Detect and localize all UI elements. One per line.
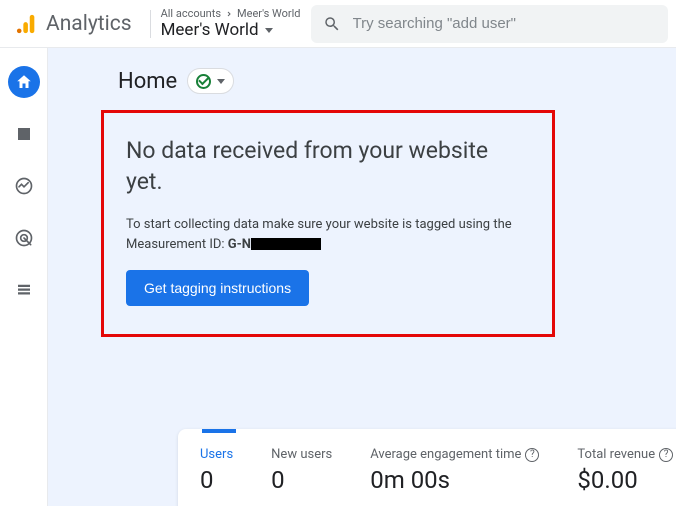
- stat[interactable]: Total revenue? $0.00: [577, 447, 673, 494]
- brand-title: Analytics: [46, 12, 132, 36]
- brand: Analytics: [8, 12, 140, 36]
- stat-label: Users: [200, 447, 233, 462]
- stat-label-text: Total revenue: [577, 447, 655, 462]
- help-icon[interactable]: ?: [659, 448, 673, 462]
- help-icon[interactable]: ?: [525, 448, 539, 462]
- page-heading: Home: [48, 68, 676, 110]
- nav-configure[interactable]: [8, 274, 40, 306]
- stat-value: 0: [200, 466, 233, 494]
- nav-home[interactable]: [8, 66, 40, 98]
- measurement-id-prefix: G-N: [228, 237, 251, 252]
- search-icon: [323, 15, 341, 33]
- stat[interactable]: Average engagement time? 0m 00s: [370, 447, 539, 494]
- breadcrumb-current: Meer's World: [237, 7, 300, 20]
- stat-value: 0m 00s: [370, 466, 539, 494]
- page-title: Home: [118, 69, 177, 94]
- no-data-desc: To start collecting data make sure your …: [126, 215, 530, 254]
- stat[interactable]: Users 0: [200, 447, 233, 494]
- stat-value: 0: [271, 466, 332, 494]
- no-data-card: No data received from your website yet. …: [101, 110, 555, 337]
- get-tagging-instructions-button[interactable]: Get tagging instructions: [126, 270, 309, 306]
- chevron-down-icon: [265, 28, 273, 33]
- stat-value: $0.00: [577, 466, 673, 494]
- stat-label: New users: [271, 447, 332, 462]
- stat-label-text: New users: [271, 447, 332, 462]
- breadcrumb: All accounts Meer's World: [161, 7, 301, 20]
- check-circle-icon: [196, 74, 211, 89]
- chevron-right-icon: [225, 10, 233, 18]
- stats-card: Users 0 New users 0 Average engagement time?…: [178, 429, 676, 506]
- account-name: Meer's World: [161, 20, 259, 40]
- stats-row: Users 0 New users 0 Average engagement time?…: [200, 447, 674, 494]
- top-bar: Analytics All accounts Meer's World Meer…: [0, 0, 676, 48]
- stat-label-text: Average engagement time: [370, 447, 521, 462]
- account-selector[interactable]: All accounts Meer's World Meer's World: [161, 7, 301, 40]
- search-bar[interactable]: [311, 5, 669, 43]
- nav-advertising[interactable]: [8, 222, 40, 254]
- breadcrumb-root: All accounts: [161, 7, 221, 20]
- search-input[interactable]: [353, 15, 657, 32]
- divider: [150, 10, 151, 38]
- analytics-logo-icon: [16, 13, 38, 35]
- tab-indicator: [202, 429, 236, 433]
- stat-label-text: Users: [200, 447, 233, 462]
- no-data-title: No data received from your website yet.: [126, 135, 530, 197]
- chevron-down-icon: [217, 79, 225, 84]
- nav-reports[interactable]: [8, 118, 40, 150]
- status-chip[interactable]: [187, 68, 234, 94]
- stat[interactable]: New users 0: [271, 447, 332, 494]
- nav-rail: [0, 48, 48, 506]
- stat-label: Average engagement time?: [370, 447, 539, 462]
- account-name-row: Meer's World: [161, 20, 301, 40]
- nav-explore[interactable]: [8, 170, 40, 202]
- measurement-id-redacted: [251, 238, 321, 250]
- content: Home No data received from your website …: [48, 48, 676, 506]
- stat-label: Total revenue?: [577, 447, 673, 462]
- body: Home No data received from your website …: [0, 48, 676, 506]
